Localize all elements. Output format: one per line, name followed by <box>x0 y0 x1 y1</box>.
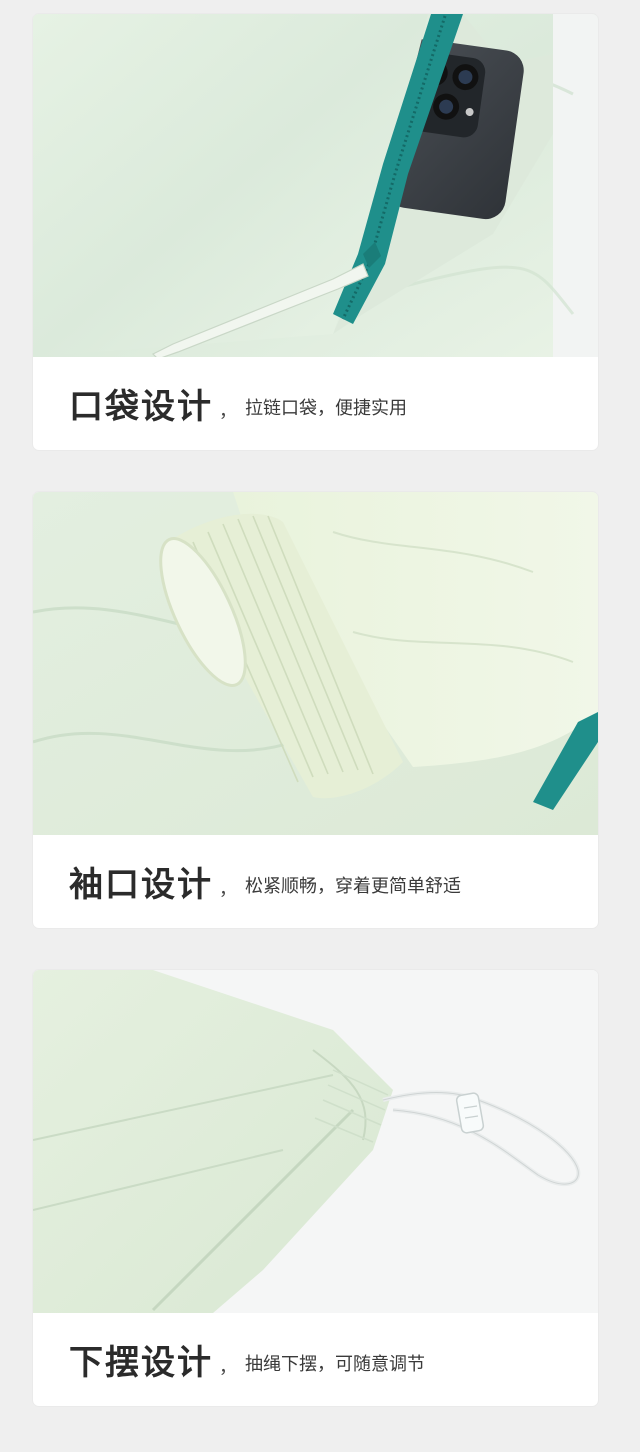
cuff-photo <box>33 492 598 835</box>
drawstring-hem-image <box>33 970 598 1313</box>
section-title: 下摆设计 <box>69 1343 213 1383</box>
feature-card-pocket: 口袋设计 ， 拉链口袋，便捷实用 <box>33 14 598 450</box>
caption-cuff: 袖口设计 ， 松紧顺畅，穿着更简单舒适 <box>33 835 598 928</box>
pocket-photo <box>33 14 598 357</box>
feature-card-cuff: 袖口设计 ， 松紧顺畅，穿着更简单舒适 <box>33 492 598 928</box>
hem-photo <box>33 970 598 1313</box>
separator: ， <box>219 400 237 422</box>
pocket-zipper-image <box>33 14 598 357</box>
feature-card-hem: 下摆设计 ， 抽绳下摆，可随意调节 <box>33 970 598 1406</box>
elastic-cuff-image <box>33 492 598 835</box>
caption-hem: 下摆设计 ， 抽绳下摆，可随意调节 <box>33 1313 598 1406</box>
section-description: 抽绳下摆，可随意调节 <box>245 1353 425 1375</box>
section-title: 袖口设计 <box>69 865 213 905</box>
section-description: 松紧顺畅，穿着更简单舒适 <box>245 875 461 897</box>
section-description: 拉链口袋，便捷实用 <box>245 397 407 419</box>
section-title: 口袋设计 <box>69 387 213 427</box>
separator: ， <box>219 878 237 900</box>
separator: ， <box>219 1356 237 1378</box>
caption-pocket: 口袋设计 ， 拉链口袋，便捷实用 <box>33 357 598 450</box>
